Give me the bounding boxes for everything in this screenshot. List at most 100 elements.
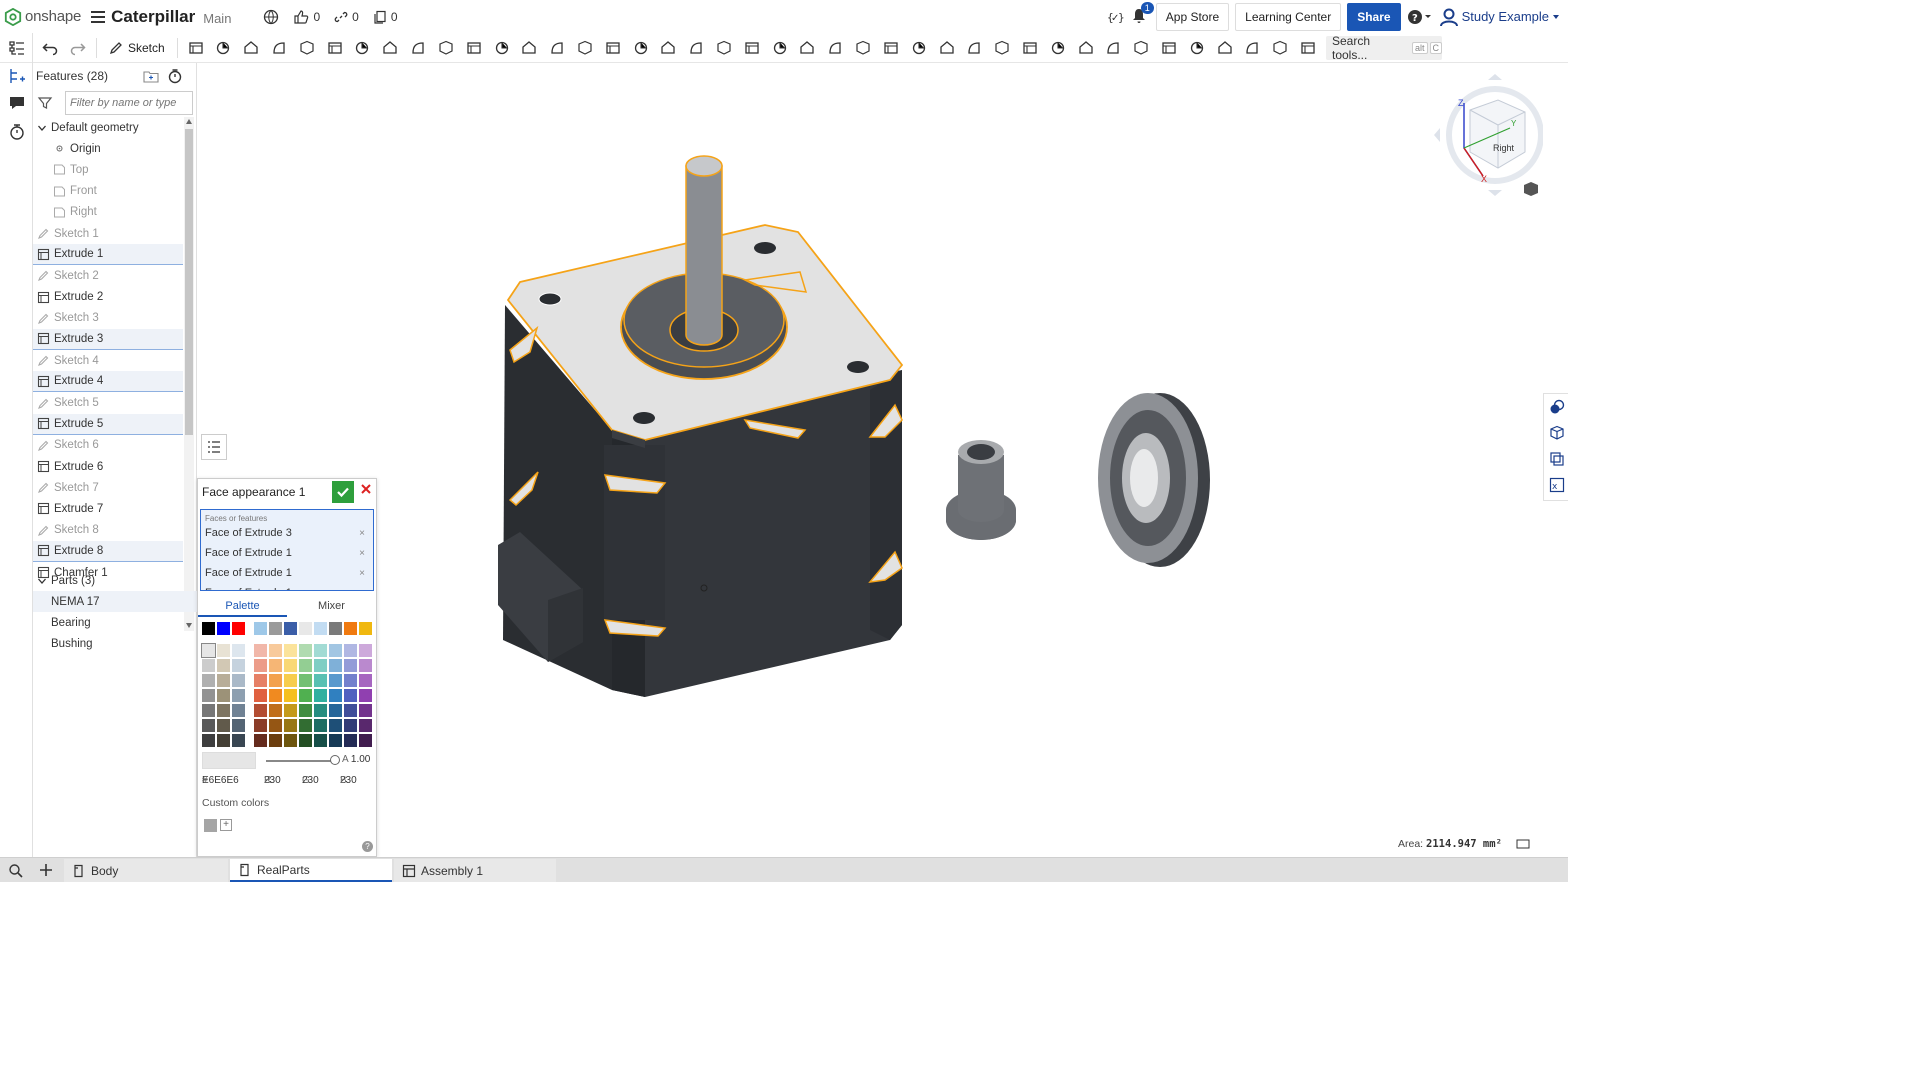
- revolve-tool-button[interactable]: [213, 37, 235, 59]
- view-cube-face-label[interactable]: Right: [1493, 143, 1515, 153]
- part-item[interactable]: NEMA 17: [33, 591, 197, 612]
- color-swatch[interactable]: [284, 704, 297, 717]
- split-tool-button[interactable]: [574, 37, 596, 59]
- configure-tool-button[interactable]: [1269, 37, 1291, 59]
- tab-tool-button[interactable]: [1047, 37, 1069, 59]
- extrude-tool-button[interactable]: [185, 37, 207, 59]
- color-swatch[interactable]: [217, 622, 230, 635]
- onshape-logo[interactable]: onshape: [4, 7, 81, 26]
- feature-item[interactable]: Extrude 1: [33, 244, 183, 266]
- color-swatch[interactable]: [254, 719, 267, 732]
- helix-tool-button[interactable]: [852, 37, 874, 59]
- feature-list-toggle[interactable]: [201, 434, 227, 460]
- opacity-slider[interactable]: [266, 760, 336, 762]
- fillet-tool-button[interactable]: [352, 37, 374, 59]
- copies-button[interactable]: 0: [373, 10, 398, 24]
- learning-center-button[interactable]: Learning Center: [1235, 2, 1342, 31]
- hole-tool-button[interactable]: [463, 37, 485, 59]
- color-swatch[interactable]: [344, 644, 357, 657]
- sheet-metal-tool-button[interactable]: [963, 37, 985, 59]
- color-swatch[interactable]: [329, 622, 342, 635]
- tab-manager-icon[interactable]: [8, 863, 24, 879]
- trim-tool-button[interactable]: [1242, 37, 1264, 59]
- flange-tool-button[interactable]: [991, 37, 1013, 59]
- rollback-timer-icon[interactable]: [167, 68, 183, 84]
- color-swatch[interactable]: [344, 704, 357, 717]
- color-swatch[interactable]: [299, 734, 312, 747]
- color-swatch[interactable]: [217, 689, 230, 702]
- tab-realparts[interactable]: RealParts: [230, 859, 392, 882]
- color-swatch[interactable]: [359, 719, 372, 732]
- color-swatch[interactable]: [254, 674, 267, 687]
- finish-tool-button[interactable]: [1186, 37, 1208, 59]
- color-swatch[interactable]: [299, 689, 312, 702]
- notifications-button[interactable]: 1: [1130, 1, 1154, 27]
- color-swatch[interactable]: [329, 704, 342, 717]
- appearance-panel-icon[interactable]: [1549, 399, 1565, 415]
- color-swatch[interactable]: [359, 622, 372, 635]
- color-swatch[interactable]: [299, 659, 312, 672]
- color-swatch[interactable]: [344, 734, 357, 747]
- rib-tool-button[interactable]: [491, 37, 513, 59]
- accept-button[interactable]: [332, 481, 354, 503]
- color-swatch[interactable]: [232, 719, 245, 732]
- color-swatch[interactable]: [217, 659, 230, 672]
- part-item[interactable]: Bearing: [33, 612, 197, 633]
- comments-icon[interactable]: [8, 94, 26, 112]
- document-branch[interactable]: Main: [203, 11, 231, 26]
- color-swatch[interactable]: [344, 622, 357, 635]
- color-swatch[interactable]: [284, 734, 297, 747]
- color-swatch[interactable]: [314, 622, 327, 635]
- color-swatch[interactable]: [344, 719, 357, 732]
- color-swatch[interactable]: [269, 622, 282, 635]
- color-swatch[interactable]: [284, 689, 297, 702]
- color-swatch[interactable]: [269, 659, 282, 672]
- color-swatch[interactable]: [299, 674, 312, 687]
- color-swatch[interactable]: [344, 674, 357, 687]
- redo-button[interactable]: [67, 37, 89, 59]
- color-swatch[interactable]: [359, 704, 372, 717]
- scrollbar-thumb[interactable]: [185, 129, 193, 435]
- bearing-part[interactable]: [1098, 393, 1210, 567]
- tab-assembly-1[interactable]: Assembly 1: [394, 859, 556, 882]
- color-swatch[interactable]: [232, 622, 245, 635]
- filter-icon[interactable]: [37, 95, 53, 111]
- feature-item[interactable]: Sketch 4: [33, 350, 183, 371]
- feature-item[interactable]: Front: [33, 181, 183, 202]
- help-icon[interactable]: ?: [1407, 9, 1433, 25]
- search-tools-input[interactable]: Search tools... alt C: [1326, 34, 1442, 62]
- joint-tool-button[interactable]: [1158, 37, 1180, 59]
- color-swatch[interactable]: [269, 734, 282, 747]
- chamfer-tool-button[interactable]: [379, 37, 401, 59]
- plane-tool-button[interactable]: [824, 37, 846, 59]
- color-swatch[interactable]: [329, 719, 342, 732]
- color-swatch[interactable]: [314, 704, 327, 717]
- color-swatch[interactable]: [232, 689, 245, 702]
- feature-filter-input[interactable]: [65, 91, 193, 115]
- enclose-tool-button[interactable]: [324, 37, 346, 59]
- selected-face-item[interactable]: Face of Extrude 1 ×: [201, 563, 373, 583]
- view-options-button[interactable]: [1524, 182, 1551, 196]
- thicken-tool-button[interactable]: [296, 37, 318, 59]
- color-swatch[interactable]: [217, 674, 230, 687]
- tab-body[interactable]: Body: [64, 859, 228, 882]
- configurations-panel-icon[interactable]: [1549, 451, 1565, 467]
- mirror-tool-button[interactable]: [630, 37, 652, 59]
- remove-selection-icon[interactable]: ×: [359, 568, 365, 579]
- custom-color-swatch[interactable]: [204, 819, 217, 832]
- replace-face-tool-button[interactable]: [769, 37, 791, 59]
- color-swatch[interactable]: [202, 622, 215, 635]
- add-tab-icon[interactable]: [39, 863, 53, 877]
- boolean-tool-button[interactable]: [546, 37, 568, 59]
- faces-selection-field[interactable]: Faces or features Face of Extrude 3 × Face…: [200, 509, 374, 591]
- variable-icon[interactable]: {✓}: [1106, 9, 1124, 25]
- selected-face-item[interactable]: Face of Extrude 3 ×: [201, 523, 373, 543]
- display-mode-icon[interactable]: [1516, 837, 1557, 851]
- color-swatch[interactable]: [232, 734, 245, 747]
- mate-connector-tool-button[interactable]: [880, 37, 902, 59]
- color-swatch[interactable]: [284, 659, 297, 672]
- frame-tool-button[interactable]: [1214, 37, 1236, 59]
- globe-button[interactable]: [263, 9, 279, 25]
- model-canvas[interactable]: Right Z X Y: [197, 63, 1557, 857]
- color-swatch[interactable]: [202, 674, 215, 687]
